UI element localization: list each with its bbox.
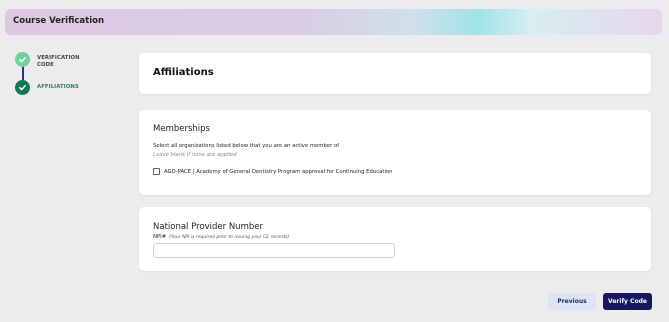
memberships-heading: Memberships bbox=[153, 124, 210, 134]
check-icon bbox=[15, 52, 30, 67]
memberships-hint: Leave blank if none are applied bbox=[153, 152, 237, 158]
npi-card: National Provider Number NPI# (Your NPI … bbox=[139, 207, 651, 271]
page-title: Course Verification bbox=[13, 16, 105, 26]
affiliations-card: Affiliations bbox=[139, 53, 651, 94]
memberships-instruction: Select all organizations listed below th… bbox=[153, 143, 340, 149]
memberships-card: Memberships Select all organizations lis… bbox=[139, 110, 651, 195]
affiliations-heading: Affiliations bbox=[153, 67, 214, 78]
check-icon bbox=[15, 80, 30, 95]
npi-heading: National Provider Number bbox=[153, 222, 263, 232]
agd-pace-label[interactable]: AGD-PACE | Academy of General Dentistry … bbox=[164, 169, 393, 175]
page-frame: Course Verification VERIFICATION CODE AF… bbox=[0, 0, 669, 322]
verify-code-button[interactable]: Verify Code bbox=[603, 293, 652, 310]
npi-input[interactable] bbox=[153, 243, 395, 258]
npi-note: (Your NPI is required prior to issuing y… bbox=[169, 235, 290, 240]
agd-pace-checkbox[interactable] bbox=[153, 168, 160, 175]
header-banner: Course Verification bbox=[5, 9, 662, 35]
progress-stepper: VERIFICATION CODE AFFILIATIONS bbox=[15, 52, 125, 102]
membership-option-agd-pace[interactable]: AGD-PACE | Academy of General Dentistry … bbox=[153, 168, 393, 175]
previous-button[interactable]: Previous bbox=[548, 293, 596, 310]
step-label-verification-code: VERIFICATION CODE bbox=[37, 55, 80, 68]
step-verification-code[interactable]: VERIFICATION CODE bbox=[15, 52, 80, 68]
npi-label-row: NPI# (Your NPI is required prior to issu… bbox=[153, 234, 289, 240]
step-label-affiliations: AFFILIATIONS bbox=[37, 84, 79, 90]
step-affiliations[interactable]: AFFILIATIONS bbox=[15, 80, 79, 95]
npi-label: NPI# bbox=[153, 234, 167, 240]
